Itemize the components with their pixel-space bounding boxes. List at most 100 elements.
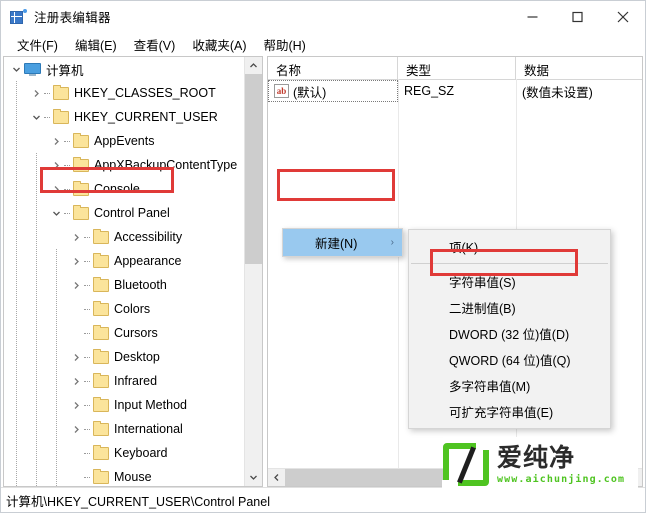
tree-item-desktop[interactable]: Desktop	[4, 345, 245, 369]
tree-item-appevents[interactable]: AppEvents	[4, 129, 245, 153]
cell-name: ab (默认)	[268, 80, 398, 102]
string-value-icon: ab	[274, 84, 289, 98]
context-menu-item-new[interactable]: 新建(N) ›	[283, 229, 402, 256]
chevron-down-icon[interactable]	[28, 105, 44, 129]
window-title: 注册表编辑器	[34, 11, 111, 25]
submenu-item-key[interactable]: 项(K)	[409, 233, 610, 259]
folder-icon	[93, 348, 109, 364]
minimize-icon[interactable]	[510, 1, 555, 32]
menu-edit[interactable]: 编辑(E)	[67, 33, 126, 56]
menu-help[interactable]: 帮助(H)	[255, 33, 314, 56]
tree-item-computer[interactable]: 计算机	[4, 57, 245, 81]
status-path: 计算机\HKEY_CURRENT_USER\Control Panel	[6, 494, 270, 509]
tree-item-cursors[interactable]: Cursors	[4, 321, 245, 345]
tree-item-label: Accessibility	[114, 230, 183, 244]
menu-favorites[interactable]: 收藏夹(A)	[184, 33, 255, 56]
tree-item-hkey-classes-root[interactable]: HKEY_CLASSES_ROOT	[4, 81, 245, 105]
tree-item-appearance[interactable]: Appearance	[4, 249, 245, 273]
column-header-data[interactable]: 数据	[516, 57, 642, 79]
window-controls	[510, 1, 645, 32]
tree-item-keyboard[interactable]: Keyboard	[4, 441, 245, 465]
submenu-item-string-value[interactable]: 字符串值(S)	[409, 268, 610, 294]
folder-icon	[73, 180, 89, 196]
menu-view[interactable]: 查看(V)	[126, 33, 185, 56]
folder-icon	[73, 156, 89, 172]
chevron-right-icon: ›	[390, 237, 394, 248]
chevron-down-icon[interactable]	[48, 201, 64, 225]
tree-item-label: Desktop	[114, 350, 160, 364]
cell-data: (数值未设置)	[522, 85, 593, 100]
tree-item-accessibility[interactable]: Accessibility	[4, 225, 245, 249]
submenu-item-multi-string-value[interactable]: 多字符串值(M)	[409, 372, 610, 398]
tree-item-label: Input Method	[114, 398, 187, 412]
tree-item-input-method[interactable]: Input Method	[4, 393, 245, 417]
chevron-right-icon[interactable]	[68, 393, 84, 417]
tree-item-console[interactable]: Console	[4, 177, 245, 201]
chevron-right-icon[interactable]	[68, 225, 84, 249]
tree-item-label: Colors	[114, 302, 151, 316]
folder-icon	[93, 468, 109, 484]
chevron-right-icon[interactable]	[48, 177, 64, 201]
folder-icon	[53, 84, 69, 100]
tree-item-hkey-current-user[interactable]: HKEY_CURRENT_USER	[4, 105, 245, 129]
column-header-type[interactable]: 类型	[398, 57, 516, 79]
tree-vertical-scrollbar[interactable]	[244, 57, 262, 486]
value-name-text: (默认)	[293, 85, 327, 100]
tree-item-label: Infrared	[114, 374, 158, 388]
tree-item-bluetooth[interactable]: Bluetooth	[4, 273, 245, 297]
context-menu-item-label: 新建(N)	[315, 237, 358, 251]
registry-tree-pane: 计算机 HKEY_CLASSES_ROOT HKEY_CURRENT_USER	[3, 56, 263, 487]
scroll-down-icon[interactable]	[245, 469, 262, 486]
registry-editor-icon	[10, 8, 27, 25]
brand-url: www.aichunjing.com	[497, 473, 626, 485]
submenu-item-binary-value[interactable]: 二进制值(B)	[409, 294, 610, 320]
cell-type: REG_SZ	[404, 84, 455, 98]
folder-icon	[93, 276, 109, 292]
tree-item-label: AppEvents	[94, 134, 155, 148]
tree-item-label: 计算机	[46, 63, 84, 78]
tree-item-label: Appearance	[114, 254, 182, 268]
chevron-right-icon[interactable]	[48, 153, 64, 177]
folder-icon	[93, 324, 109, 340]
column-header-name[interactable]: 名称	[268, 57, 398, 79]
context-menu: 新建(N) ›	[282, 228, 403, 257]
menu-file[interactable]: 文件(F)	[9, 33, 67, 56]
submenu-item-qword-64[interactable]: QWORD (64 位)值(Q)	[409, 346, 610, 372]
chevron-right-icon[interactable]	[68, 345, 84, 369]
chevron-right-icon[interactable]	[68, 249, 84, 273]
tree-item-mouse[interactable]: Mouse	[4, 465, 245, 486]
scroll-up-icon[interactable]	[245, 57, 262, 74]
tree-item-label: Bluetooth	[114, 278, 167, 292]
scroll-left-icon[interactable]	[268, 469, 285, 486]
folder-icon	[93, 372, 109, 388]
maximize-icon[interactable]	[555, 1, 600, 32]
scrollbar-thumb[interactable]	[245, 74, 262, 264]
tree-item-label: Keyboard	[114, 446, 168, 460]
list-rows: ab (默认) REG_SZ (数值未设置)	[268, 80, 642, 102]
folder-icon	[93, 396, 109, 412]
chevron-right-icon[interactable]	[68, 369, 84, 393]
chevron-right-icon[interactable]	[68, 273, 84, 297]
tree-item-control-panel[interactable]: Control Panel	[4, 201, 245, 225]
folder-icon	[93, 252, 109, 268]
folder-icon	[73, 204, 89, 220]
column-divider	[398, 79, 399, 486]
close-icon[interactable]	[600, 1, 645, 32]
tree-item-label: AppXBackupContentType	[94, 158, 238, 172]
chevron-down-icon[interactable]	[8, 57, 24, 81]
tree-item-international[interactable]: International	[4, 417, 245, 441]
chevron-right-icon[interactable]	[48, 129, 64, 153]
tree-item-infrared[interactable]: Infrared	[4, 369, 245, 393]
main-content: 计算机 HKEY_CLASSES_ROOT HKEY_CURRENT_USER	[1, 56, 645, 487]
chevron-right-icon[interactable]	[28, 81, 44, 105]
chevron-right-icon[interactable]	[68, 417, 84, 441]
submenu-item-expandable-string-value[interactable]: 可扩充字符串值(E)	[409, 398, 610, 424]
tree-item-label: Control Panel	[94, 206, 170, 220]
tree-item-colors[interactable]: Colors	[4, 297, 245, 321]
registry-tree: 计算机 HKEY_CLASSES_ROOT HKEY_CURRENT_USER	[4, 57, 245, 486]
submenu-item-dword-32[interactable]: DWORD (32 位)值(D)	[409, 320, 610, 346]
tree-item-label: Cursors	[114, 326, 158, 340]
folder-icon	[93, 444, 109, 460]
table-row[interactable]: ab (默认) REG_SZ (数值未设置)	[268, 80, 642, 102]
tree-item-appxbackupcontenttype[interactable]: AppXBackupContentType	[4, 153, 245, 177]
